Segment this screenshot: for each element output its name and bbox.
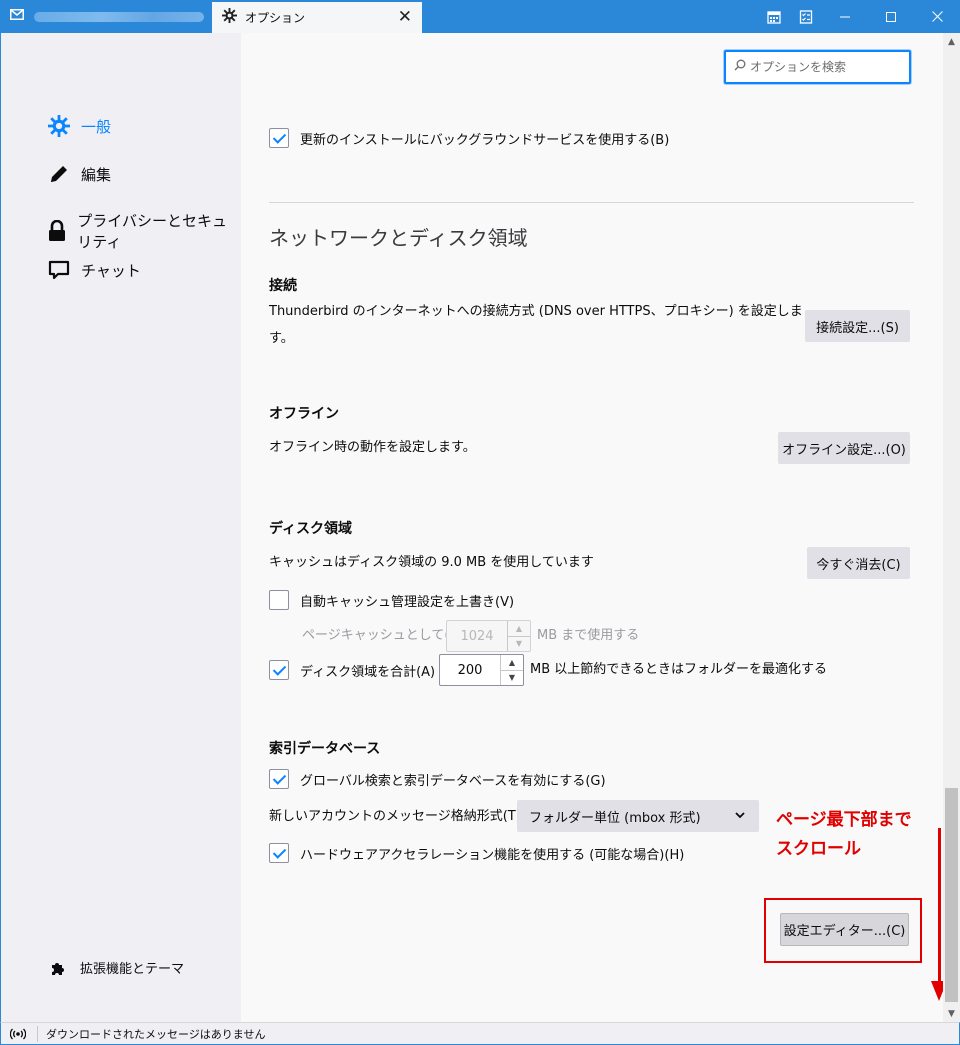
status-bar: ダウンロードされたメッセージはありません	[0, 1022, 960, 1045]
connection-description: Thunderbird のインターネットへの接続方式 (DNS over HTT…	[269, 298, 803, 352]
annotation-arrow-icon	[931, 828, 947, 1001]
page-cache-label: ページキャッシュとして(U)	[302, 628, 465, 643]
store-type-select[interactable]: フォルダー単位 (mbox 形式)	[517, 800, 759, 832]
chevron-down-icon	[735, 808, 745, 822]
hw-accel-option[interactable]: ハードウェアアクセラレーション機能を使用する (可能な場合)(H)	[269, 843, 684, 863]
options-content: 更新のインストールにバックグラウンドサービスを使用する(B) ネットワークとディ…	[241, 33, 947, 1022]
connection-description-line2: す。	[269, 331, 294, 346]
compact-threshold-unit: MB 以上節約できるときはフォルダーを最適化する	[530, 662, 828, 677]
sidebar-item-chat[interactable]: チャット	[47, 258, 141, 282]
compact-threshold-value: 200	[457, 662, 483, 678]
minimize-icon[interactable]	[822, 0, 868, 33]
close-tab-icon[interactable]: ✕	[398, 8, 412, 26]
search-input[interactable]	[750, 60, 900, 74]
override-cache-checkbox[interactable]	[269, 590, 289, 610]
title-bar: オプション ✕	[0, 0, 960, 33]
tasks-icon[interactable]	[790, 0, 822, 33]
extensions-label: 拡張機能とテーマ	[80, 962, 185, 977]
gear-icon	[222, 8, 237, 27]
connection-settings-button[interactable]: 接続設定...(S)	[805, 310, 910, 342]
cache-usage-text: キャッシュはディスク領域の 9.0 MB を使用しています	[269, 555, 594, 570]
puzzle-icon	[49, 959, 67, 977]
sidebar: 一般 編集 プライバシーとセキュリティ チャット 拡張機能とテーマ	[0, 33, 241, 1022]
gear-icon	[47, 114, 71, 138]
page-cache-unit: MB まで使用する	[537, 628, 640, 643]
blurred-account-name	[34, 11, 204, 22]
annotation-highlight-box	[764, 898, 922, 963]
tab-title: オプション	[245, 11, 306, 25]
maximize-icon[interactable]	[868, 0, 914, 33]
compact-folders-checkbox[interactable]	[269, 660, 289, 680]
chat-icon	[47, 258, 71, 282]
offline-description: オフライン時の動作を設定します。	[269, 440, 476, 455]
compact-folders-option[interactable]: ディスク領域を合計(A)	[269, 660, 435, 680]
connection-title: 接続	[269, 278, 297, 294]
sidebar-item-label: チャット	[81, 261, 141, 280]
decrement-icon: ▼	[508, 673, 516, 683]
override-cache-option[interactable]: 自動キャッシュ管理設定を上書き(V)	[269, 590, 514, 610]
global-search-checkbox[interactable]	[269, 769, 289, 789]
network-section-title: ネットワークとディスク領域	[269, 226, 528, 250]
sidebar-item-label: 一般	[81, 117, 112, 136]
search-field[interactable]	[724, 50, 911, 84]
online-status-icon[interactable]	[7, 1028, 29, 1040]
bg-service-checkbox[interactable]	[269, 128, 289, 148]
hw-accel-label: ハードウェアアクセラレーション機能を使用する (可能な場合)(H)	[300, 847, 685, 863]
scroll-down-icon[interactable]: ▼	[943, 1005, 960, 1022]
connection-description-line1: Thunderbird のインターネットへの接続方式 (DNS over HTT…	[269, 304, 803, 319]
calendar-icon[interactable]	[758, 0, 790, 33]
compact-threshold-spinner[interactable]: 200 ▲ ▼	[439, 654, 524, 686]
lock-icon	[47, 219, 67, 243]
window-controls	[758, 0, 960, 33]
increment-icon: ▲	[508, 621, 530, 637]
sidebar-item-general[interactable]: 一般	[47, 114, 111, 138]
tab-mail[interactable]	[0, 0, 212, 33]
page-cache-spinner[interactable]: 1024 ▲ ▼	[446, 620, 531, 652]
sidebar-item-label: プライバシーとセキュリティ	[77, 212, 227, 251]
increment-icon: ▲	[501, 655, 523, 671]
annotation-line2: スクロール	[776, 839, 861, 859]
global-search-option[interactable]: グローバル検索と索引データベースを有効にする(G)	[269, 769, 606, 789]
annotation-text: ページ最下部まで スクロール	[776, 806, 912, 864]
mail-icon	[10, 9, 24, 24]
hw-accel-checkbox[interactable]	[269, 843, 289, 863]
status-text: ダウンロードされたメッセージはありません	[46, 1027, 266, 1041]
index-title: 索引データベース	[269, 741, 381, 757]
decrement-icon: ▼	[515, 639, 523, 649]
sidebar-item-privacy[interactable]: プライバシーとセキュリティ	[47, 210, 241, 252]
page-cache-value: 1024	[460, 628, 494, 644]
bg-service-label: 更新のインストールにバックグラウンドサービスを使用する(B)	[300, 132, 670, 148]
tab-options[interactable]: オプション ✕	[212, 2, 422, 33]
global-search-label: グローバル検索と索引データベースを有効にする(G)	[300, 773, 606, 789]
offline-settings-button[interactable]: オフライン設定...(O)	[778, 432, 910, 464]
store-type-value: フォルダー単位 (mbox 形式)	[529, 810, 701, 826]
status-separator	[37, 1025, 38, 1042]
offline-title: オフライン	[269, 406, 339, 422]
scrollbar-thumb[interactable]	[945, 788, 958, 1002]
search-icon	[734, 59, 746, 75]
compact-folders-label: ディスク領域を合計(A)	[300, 664, 436, 680]
override-cache-label: 自動キャッシュ管理設定を上書き(V)	[300, 594, 515, 610]
vertical-scrollbar[interactable]: ▲ ▼	[943, 33, 960, 1022]
annotation-line1: ページ最下部まで	[776, 810, 912, 830]
clear-cache-button[interactable]: 今すぐ消去(C)	[807, 547, 910, 579]
section-divider	[269, 202, 914, 203]
sidebar-item-extensions[interactable]: 拡張機能とテーマ	[49, 958, 184, 977]
close-icon[interactable]	[914, 0, 960, 33]
bg-service-option[interactable]: 更新のインストールにバックグラウンドサービスを使用する(B)	[269, 128, 669, 148]
disk-title: ディスク領域	[269, 521, 353, 537]
sidebar-item-label: 編集	[81, 165, 112, 184]
pencil-icon	[47, 162, 71, 186]
scroll-up-icon[interactable]: ▲	[943, 33, 960, 50]
sidebar-item-compose[interactable]: 編集	[47, 162, 111, 186]
store-type-label: 新しいアカウントのメッセージ格納形式(T):	[269, 809, 526, 824]
